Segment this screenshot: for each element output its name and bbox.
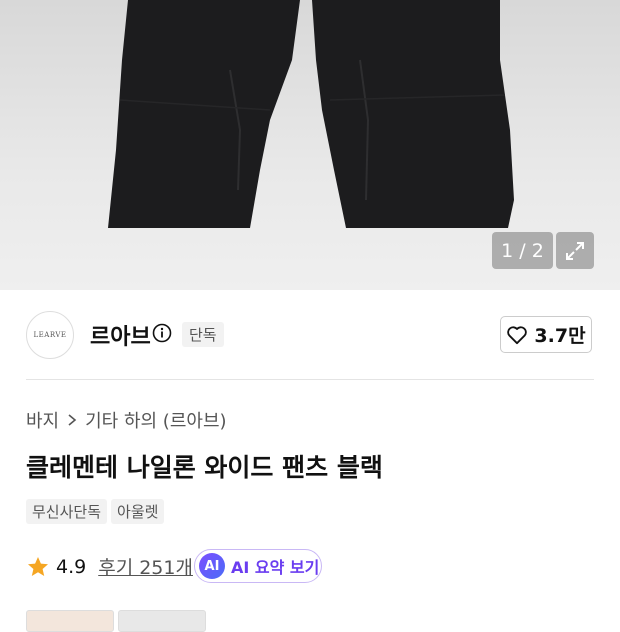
breadcrumb-category[interactable]: 바지	[26, 407, 59, 433]
review-link[interactable]: 후기 251개	[98, 553, 193, 580]
breadcrumb: 바지 기타 하의 (르아브)	[26, 407, 227, 433]
chevron-right-icon	[68, 414, 77, 426]
product-image[interactable]: 1 / 2	[0, 0, 620, 290]
ai-icon: AI	[199, 553, 225, 579]
heart-icon	[507, 325, 528, 344]
like-count: 3.7만	[534, 325, 586, 347]
brand-logo[interactable]: LEARVE	[26, 311, 74, 359]
divider	[26, 379, 594, 380]
product-title: 클레멘테 나일론 와이드 팬츠 블랙	[26, 453, 383, 482]
tag-exclusive: 무신사단독	[26, 499, 108, 524]
product-tags: 무신사단독 아울렛	[26, 499, 165, 524]
thumbnail-2[interactable]	[118, 610, 206, 632]
ai-summary-label: AI 요약 보기	[231, 558, 320, 577]
expand-button[interactable]	[556, 232, 594, 269]
thumbnail-1[interactable]	[26, 610, 114, 632]
like-button[interactable]: 3.7만	[500, 316, 592, 353]
info-icon[interactable]	[152, 323, 172, 343]
expand-icon	[566, 241, 584, 260]
rating: 4.9 후기 251개	[26, 553, 193, 580]
exclusive-badge: 단독	[182, 322, 224, 347]
ai-summary-button[interactable]: AI AI 요약 보기	[194, 549, 322, 583]
brand-name[interactable]: 르아브	[90, 319, 151, 351]
rating-score: 4.9	[56, 555, 87, 578]
breadcrumb-subcategory[interactable]: 기타 하의 (르아브)	[85, 407, 226, 433]
tag-outlet: 아울렛	[111, 499, 165, 524]
image-counter: 1 / 2	[492, 232, 553, 269]
star-icon	[28, 556, 48, 576]
